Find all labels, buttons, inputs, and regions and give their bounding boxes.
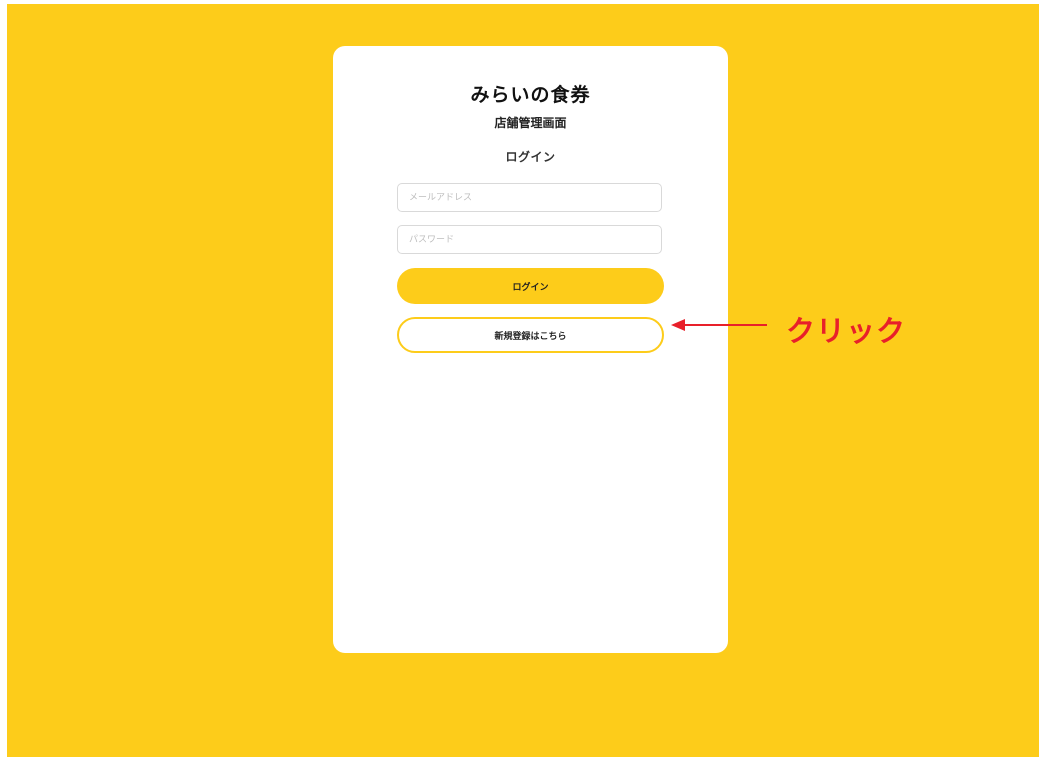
left-arrow-icon (671, 319, 767, 331)
login-heading: ログイン (505, 150, 556, 164)
page-subtitle: 店舗管理画面 (494, 116, 567, 130)
password-field[interactable] (397, 225, 662, 254)
brand-logo: みらいの食券 (470, 84, 591, 106)
register-button[interactable]: 新規登録はこちら (397, 317, 664, 353)
login-button[interactable]: ログイン (397, 268, 664, 304)
login-card: みらいの食券 店舗管理画面 ログイン ログイン 新規登録はこちら (333, 46, 728, 653)
annotation-label: クリック (786, 314, 907, 348)
page-background: みらいの食券 店舗管理画面 ログイン ログイン 新規登録はこちら (7, 4, 1039, 757)
email-field[interactable] (397, 183, 662, 212)
